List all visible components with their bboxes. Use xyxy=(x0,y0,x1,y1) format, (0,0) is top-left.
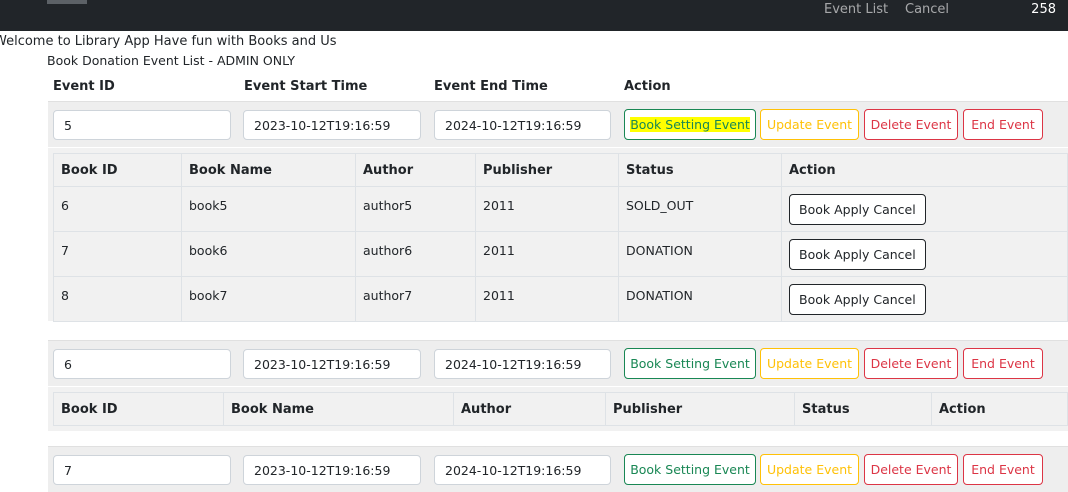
book-id-cell: 7 xyxy=(53,231,182,277)
book-table-header-status: Status xyxy=(794,392,932,426)
book-table-header-status: Status xyxy=(618,153,782,187)
book-table-header-author: Author xyxy=(355,153,476,187)
book-name-cell: book6 xyxy=(181,231,356,277)
book-publisher-cell: 2011 xyxy=(475,186,619,232)
book-status-cell: DONATION xyxy=(618,276,782,322)
event-start-time-field[interactable] xyxy=(243,110,421,140)
event-row: Book Setting Event Update Event Delete E… xyxy=(48,101,1068,147)
book-status: DONATION xyxy=(626,242,693,258)
end-event-button[interactable]: End Event xyxy=(963,454,1043,485)
nav-link-cancel[interactable]: Cancel xyxy=(905,2,949,17)
event-end-time-field[interactable] xyxy=(434,455,611,485)
book-name: book5 xyxy=(189,197,228,213)
table-row: 8 book7 author7 2011 DONATION Book Apply… xyxy=(53,276,1068,322)
update-event-button[interactable]: Update Event xyxy=(760,454,859,485)
book-apply-cancel-button[interactable]: Book Apply Cancel xyxy=(789,193,926,225)
book-setting-event-button[interactable]: Book Setting Event xyxy=(624,348,756,379)
book-table-header-book-name: Book Name xyxy=(223,392,454,426)
update-event-button[interactable]: Update Event xyxy=(760,109,859,140)
book-status: DONATION xyxy=(626,287,693,303)
book-table-header-action: Action xyxy=(931,392,1068,426)
book-table-header-publisher: Publisher xyxy=(475,153,619,187)
book-author-cell: author7 xyxy=(355,276,476,322)
book-table-container: Book ID Book Name Author Publisher Statu… xyxy=(48,387,1068,431)
book-table-header-publisher: Publisher xyxy=(605,392,795,426)
book-setting-event-button[interactable]: Book Setting Event xyxy=(624,109,756,140)
book-id: 7 xyxy=(61,242,69,258)
book-id-cell: 6 xyxy=(53,186,182,232)
column-header-end-time: Event End Time xyxy=(434,79,548,94)
top-navbar: Event List Cancel 258 xyxy=(0,0,1068,31)
nav-link-event-list[interactable]: Event List xyxy=(824,2,888,17)
book-name: book7 xyxy=(189,287,228,303)
book-name-cell: book7 xyxy=(181,276,356,322)
page-title: Book Donation Event List - ADMIN ONLY xyxy=(47,53,296,68)
book-setting-event-label: Book Setting Event xyxy=(630,117,750,132)
book-action-cell: Book Apply Cancel xyxy=(781,186,1068,232)
book-status: SOLD_OUT xyxy=(626,197,694,213)
event-row: Book Setting Event Update Event Delete E… xyxy=(48,446,1068,492)
update-event-button[interactable]: Update Event xyxy=(760,348,859,379)
event-start-time-field[interactable] xyxy=(243,455,421,485)
book-apply-cancel-button[interactable]: Book Apply Cancel xyxy=(789,283,926,315)
book-table-header-book-id: Book ID xyxy=(53,153,182,187)
delete-event-button[interactable]: Delete Event xyxy=(864,454,958,485)
book-table: Book ID Book Name Author Publisher Statu… xyxy=(53,153,1068,322)
book-action-cell: Book Apply Cancel xyxy=(781,231,1068,277)
book-name: book6 xyxy=(189,242,228,258)
book-author-cell: author5 xyxy=(355,186,476,232)
event-id-field[interactable] xyxy=(53,349,231,379)
book-author-cell: author6 xyxy=(355,231,476,277)
book-table-header-author: Author xyxy=(453,392,606,426)
book-setting-event-button[interactable]: Book Setting Event xyxy=(624,454,756,485)
book-id: 6 xyxy=(61,197,69,213)
table-row: 6 book5 author5 2011 SOLD_OUT Book Apply… xyxy=(53,186,1068,232)
event-id-field[interactable] xyxy=(53,110,231,140)
book-table-header-book-id: Book ID xyxy=(53,392,224,426)
table-row: 7 book6 author6 2011 DONATION Book Apply… xyxy=(53,231,1068,277)
brand-logo[interactable] xyxy=(47,0,87,4)
book-publisher: 2011 xyxy=(483,242,515,258)
delete-event-button[interactable]: Delete Event xyxy=(864,348,958,379)
book-name-cell: book5 xyxy=(181,186,356,232)
book-status-cell: SOLD_OUT xyxy=(618,186,782,232)
column-header-event-id: Event ID xyxy=(53,79,115,94)
book-publisher: 2011 xyxy=(483,197,515,213)
book-table-header-row: Book ID Book Name Author Publisher Statu… xyxy=(53,392,1068,426)
book-table-header-row: Book ID Book Name Author Publisher Statu… xyxy=(53,153,1068,187)
column-header-action: Action xyxy=(624,79,671,94)
book-apply-cancel-button[interactable]: Book Apply Cancel xyxy=(789,238,926,270)
book-status-cell: DONATION xyxy=(618,231,782,277)
event-id-field[interactable] xyxy=(53,455,231,485)
column-header-start-time: Event Start Time xyxy=(244,79,368,94)
book-table-header-action: Action xyxy=(781,153,1068,187)
book-publisher: 2011 xyxy=(483,287,515,303)
book-author: author5 xyxy=(363,197,413,213)
event-end-time-field[interactable] xyxy=(434,349,611,379)
end-event-button[interactable]: End Event xyxy=(963,348,1043,379)
nav-user-count: 258 xyxy=(1031,2,1056,17)
book-action-cell: Book Apply Cancel xyxy=(781,276,1068,322)
book-table-container: Book ID Book Name Author Publisher Statu… xyxy=(48,148,1068,322)
welcome-text: Welcome to Library App Have fun with Boo… xyxy=(0,34,337,49)
event-end-time-field[interactable] xyxy=(434,110,611,140)
book-publisher-cell: 2011 xyxy=(475,276,619,322)
book-publisher-cell: 2011 xyxy=(475,231,619,277)
event-row: Book Setting Event Update Event Delete E… xyxy=(48,340,1068,386)
book-table-header-book-name: Book Name xyxy=(181,153,356,187)
book-table: Book ID Book Name Author Publisher Statu… xyxy=(53,392,1068,426)
book-id-cell: 8 xyxy=(53,276,182,322)
end-event-button[interactable]: End Event xyxy=(963,109,1043,140)
book-author: author7 xyxy=(363,287,413,303)
event-start-time-field[interactable] xyxy=(243,349,421,379)
book-id: 8 xyxy=(61,287,69,303)
delete-event-button[interactable]: Delete Event xyxy=(864,109,958,140)
book-author: author6 xyxy=(363,242,413,258)
